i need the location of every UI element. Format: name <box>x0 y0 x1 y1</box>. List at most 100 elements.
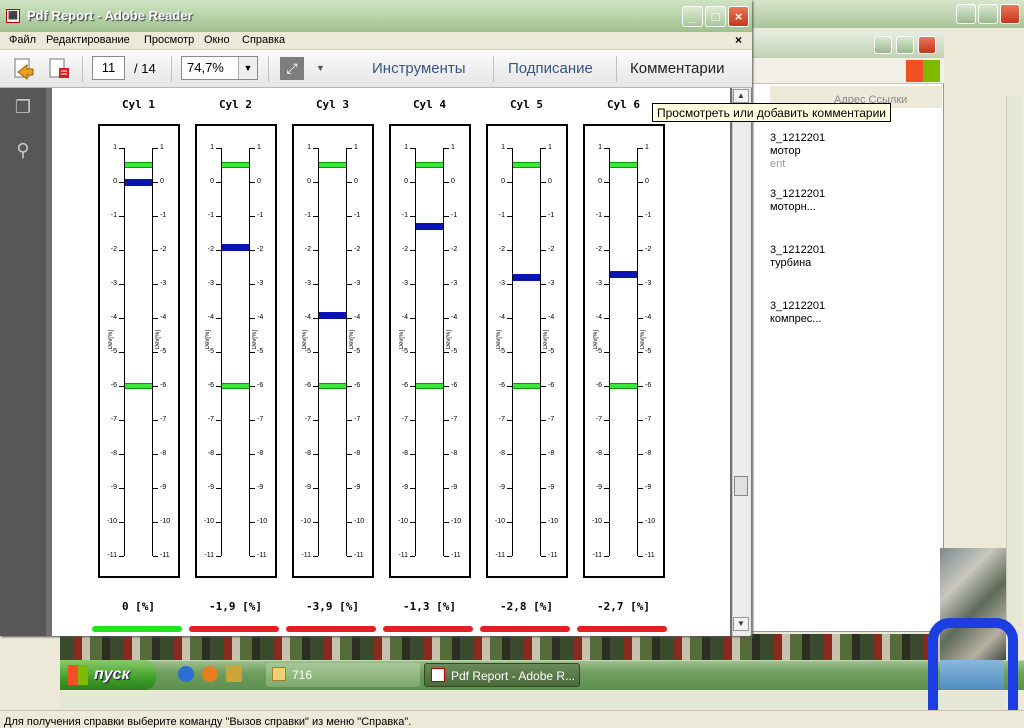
menu-file[interactable]: Файл <box>9 34 36 46</box>
create-pdf-icon[interactable] <box>11 56 37 82</box>
gauge-tick <box>313 488 318 489</box>
tick-label: 0 <box>210 178 214 185</box>
limit-marker <box>416 162 443 168</box>
tick-label: -2 <box>257 246 264 253</box>
tick-label: -9 <box>207 484 214 491</box>
tick-label: -10 <box>257 518 268 525</box>
tick-label: -8 <box>401 450 408 457</box>
gauge-tick <box>507 216 512 217</box>
axis-label: Dev[%] <box>349 330 355 350</box>
menu-window[interactable]: Окно <box>204 34 230 46</box>
tick-label: -2 <box>645 246 652 253</box>
tick-label: 1 <box>210 144 214 151</box>
gauge-tick <box>444 420 449 421</box>
bg-close-button[interactable] <box>1000 4 1020 24</box>
tools-tab[interactable]: Инструменты <box>372 60 466 77</box>
toolbar-options-icon[interactable]: ▼ <box>316 63 325 73</box>
gauge-tick <box>638 318 643 319</box>
bg-list-item[interactable]: 3_1212201 мотор ent <box>770 132 825 171</box>
tick-label: -6 <box>401 382 408 389</box>
tick-label: 1 <box>257 144 261 151</box>
tick-label: -8 <box>548 450 555 457</box>
document-close-icon[interactable]: × <box>735 33 742 47</box>
tick-label: -7 <box>354 416 361 423</box>
tick-label: -7 <box>595 416 602 423</box>
gauge-tick <box>410 522 415 523</box>
firefox-icon[interactable] <box>202 666 218 682</box>
bg2-close-button[interactable] <box>918 36 936 54</box>
tick-label: -2 <box>401 246 408 253</box>
vertical-scrollbar[interactable] <box>732 88 750 636</box>
limit-marker <box>610 162 637 168</box>
scroll-up-icon[interactable]: ▲ <box>733 89 749 103</box>
bg-minimize-button[interactable] <box>956 4 976 24</box>
gauge-tick <box>153 250 158 251</box>
gauge-tick <box>410 148 415 149</box>
tick-label: 0 <box>160 178 164 185</box>
minimize-button[interactable]: _ <box>682 6 703 27</box>
gauge-tick <box>347 352 352 353</box>
scroll-down-icon[interactable]: ▼ <box>733 617 749 631</box>
fit-page-icon[interactable]: ⤢ <box>280 57 304 80</box>
gauge-tick <box>347 454 352 455</box>
comments-tab[interactable]: Комментарии <box>630 60 724 77</box>
gauge-tick <box>604 420 609 421</box>
gauge-tick <box>444 556 449 557</box>
sign-tab[interactable]: Подписание <box>508 60 593 77</box>
bg-list-item[interactable]: 3_1212201 компрес... <box>770 300 825 326</box>
menu-view[interactable]: Просмотр <box>144 34 194 46</box>
gauge-tick <box>507 352 512 353</box>
limit-marker <box>125 162 152 168</box>
attachments-icon[interactable]: ⚲ <box>13 140 33 162</box>
gauge-tick <box>313 522 318 523</box>
bg2-minimize-button[interactable] <box>874 36 892 54</box>
gauge-tick <box>119 318 124 319</box>
close-button[interactable]: × <box>728 6 749 27</box>
maximize-button[interactable]: □ <box>705 6 726 27</box>
gauge-tick <box>410 284 415 285</box>
gauge-tick <box>638 352 643 353</box>
gauge-tick <box>541 386 546 387</box>
chevron-down-icon[interactable]: ▼ <box>238 57 257 79</box>
tick-label: -5 <box>354 348 361 355</box>
gauge-tick <box>313 216 318 217</box>
limit-marker <box>125 383 152 389</box>
gauge-tick <box>410 488 415 489</box>
gauge-tick <box>541 148 546 149</box>
bg-maximize-button[interactable] <box>978 4 998 24</box>
export-pdf-icon[interactable] <box>46 56 72 82</box>
bg-item-line: турбина <box>770 257 812 269</box>
bg-item-line: 3_1212201 <box>770 188 826 200</box>
tick-label: -8 <box>354 450 361 457</box>
tick-label: -2 <box>304 246 311 253</box>
gauge-tick <box>119 488 124 489</box>
menu-help[interactable]: Справка <box>242 34 285 46</box>
tick-label: -11 <box>451 552 461 559</box>
gauge-tick <box>216 284 221 285</box>
page-thumbnails-icon[interactable]: ❐ <box>13 97 33 119</box>
gauge-tick <box>153 318 158 319</box>
tick-label: -3 <box>257 280 264 287</box>
tick-label: -3 <box>498 280 505 287</box>
taskbar-folder-716[interactable]: 716 <box>266 663 420 687</box>
background-scrollbar[interactable] <box>1006 96 1022 626</box>
tick-label: -8 <box>207 450 214 457</box>
status-underline <box>189 626 279 632</box>
tick-label: -6 <box>304 382 311 389</box>
horizontal-scrollbar[interactable] <box>60 692 1004 708</box>
gauge-tick <box>638 386 643 387</box>
bg-list-item[interactable]: 3_1212201 моторн... <box>770 188 825 214</box>
tick-label: -8 <box>304 450 311 457</box>
quicklaunch-icon[interactable] <box>226 666 242 682</box>
gauge-tick <box>313 318 318 319</box>
tick-label: 0 <box>598 178 602 185</box>
page-number-input[interactable]: 11 <box>92 56 125 80</box>
scroll-thumb[interactable] <box>734 476 748 496</box>
taskbar-pdf-report[interactable]: Pdf Report - Adobe R... <box>424 663 580 687</box>
bg2-maximize-button[interactable] <box>896 36 914 54</box>
menu-edit[interactable]: Редактирование <box>46 34 130 46</box>
gauge-tick <box>604 148 609 149</box>
gauge-tick <box>119 352 124 353</box>
bg-list-item[interactable]: 3_1212201 турбина <box>770 244 825 270</box>
ie-icon[interactable] <box>178 666 194 682</box>
